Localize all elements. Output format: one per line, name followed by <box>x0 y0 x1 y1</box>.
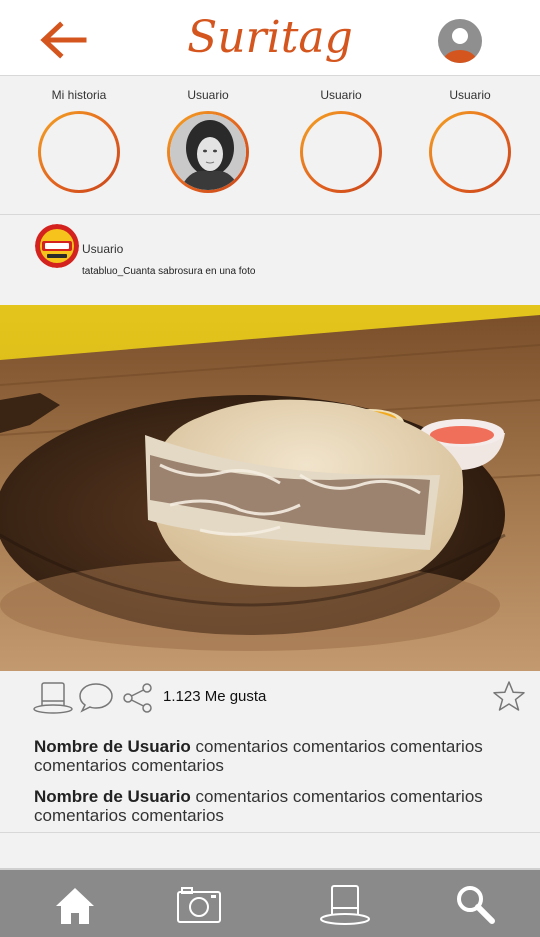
post-actions: 1.123 Me gusta <box>0 672 540 728</box>
post-author-avatar[interactable] <box>35 224 79 268</box>
comments-section: Nombre de Usuario comentarios comentario… <box>0 733 540 833</box>
like-count[interactable]: 1.123 Me gusta <box>163 688 266 705</box>
top-bar: Suritag <box>0 0 540 76</box>
back-button[interactable] <box>38 20 88 60</box>
post-header: Usuario tatabluo_Cuanta sabrosura en una… <box>0 216 540 304</box>
speech-bubble-icon <box>79 683 113 713</box>
nav-camera-button[interactable] <box>174 882 224 928</box>
story-ring <box>38 111 120 193</box>
post-photo[interactable] <box>0 305 540 671</box>
story-label: Usuario <box>320 88 362 102</box>
brand-logo-icon <box>35 224 79 268</box>
comment-item: Nombre de Usuario comentarios comentario… <box>34 737 504 775</box>
story-user-3[interactable]: Usuario <box>425 87 515 193</box>
comment-username[interactable]: Nombre de Usuario <box>34 787 191 806</box>
comment-item: Nombre de Usuario comentarios comentario… <box>34 787 504 825</box>
story-ring <box>300 111 382 193</box>
nav-home-button[interactable] <box>50 882 100 928</box>
story-avatar-photo <box>170 114 246 190</box>
hat-icon <box>33 682 73 714</box>
profile-button[interactable] <box>437 18 483 64</box>
post-caption: tatabluo_Cuanta sabrosura en una foto <box>82 266 256 277</box>
hat-icon <box>320 885 370 925</box>
camera-icon <box>177 887 221 923</box>
share-icon <box>123 683 152 713</box>
stories-bar: Mi historia Usuario Usuario Usuario <box>0 77 540 215</box>
story-user-1[interactable]: Usuario <box>163 87 253 193</box>
bottom-nav <box>0 868 540 937</box>
user-avatar-icon <box>438 19 482 63</box>
post-author-name[interactable]: Usuario <box>82 242 123 256</box>
story-ring <box>429 111 511 193</box>
hat-button[interactable] <box>32 681 74 715</box>
story-label: Usuario <box>187 88 229 102</box>
comment-username[interactable]: Nombre de Usuario <box>34 737 191 756</box>
nav-search-button[interactable] <box>452 882 502 928</box>
comment-button[interactable] <box>78 681 114 713</box>
nav-hat-button[interactable] <box>318 882 370 928</box>
app-logo: Suritag <box>187 12 353 63</box>
home-icon <box>56 888 94 924</box>
story-ring <box>167 111 249 193</box>
story-user-2[interactable]: Usuario <box>296 87 386 193</box>
story-label: Mi historia <box>51 88 107 102</box>
star-icon <box>493 681 525 711</box>
search-icon <box>457 886 495 924</box>
story-my-story[interactable]: Mi historia <box>34 87 124 193</box>
favorite-button[interactable] <box>492 680 526 714</box>
share-button[interactable] <box>122 682 154 714</box>
arrow-left-icon <box>40 21 87 59</box>
story-label: Usuario <box>449 88 491 102</box>
